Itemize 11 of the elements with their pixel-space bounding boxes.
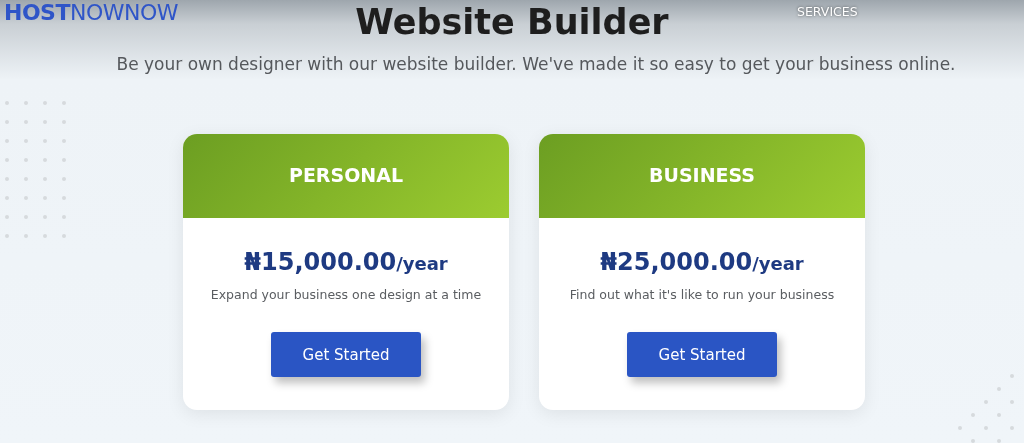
get-started-button[interactable]: Get Started bbox=[271, 332, 421, 378]
plan-price: ₦25,000.00/year bbox=[600, 247, 804, 276]
plan-name: BUSINESS bbox=[648, 163, 756, 189]
logo[interactable]: HOSTNOWNOW bbox=[4, 2, 179, 24]
page-title: Website Builder bbox=[355, 1, 669, 44]
plan-description: Expand your business one design at a time bbox=[210, 286, 482, 302]
get-started-button[interactable]: Get Started bbox=[627, 332, 777, 378]
page-subtitle: Be your own designer with our website builder. We've made it so easy to get your business online. bbox=[115, 53, 957, 76]
plan-price: ₦15,000.00/year bbox=[244, 247, 448, 276]
plan-name: PERSONAL bbox=[288, 163, 404, 189]
plan-description: Find out what it's like to run your business bbox=[569, 286, 835, 302]
